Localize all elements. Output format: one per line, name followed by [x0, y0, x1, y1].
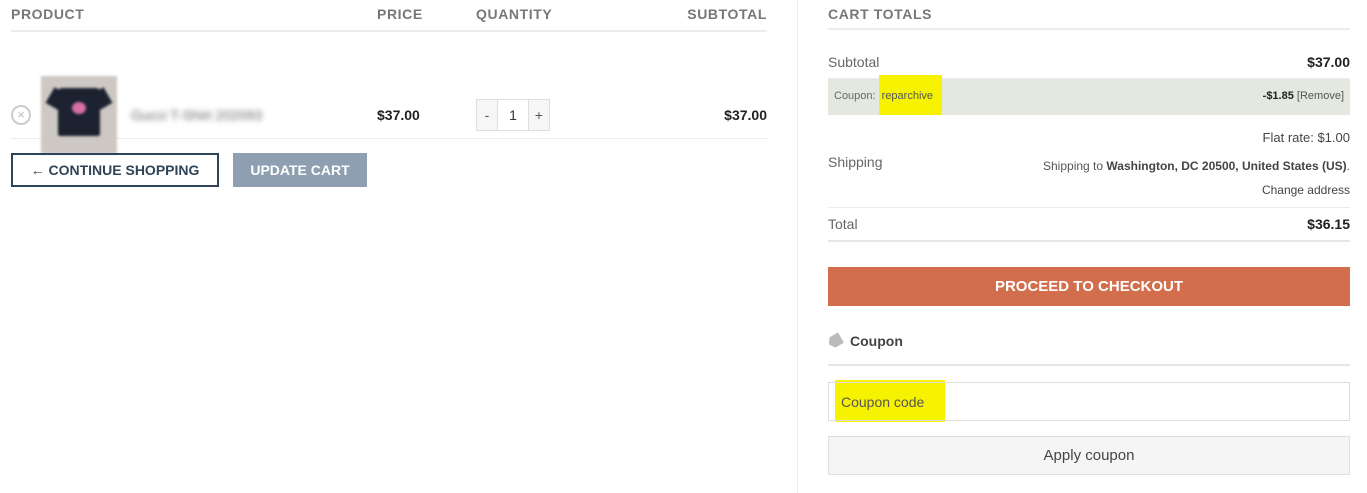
product-thumbnail[interactable] [41, 76, 117, 154]
applied-coupon-row: Coupon: reparchive -$1.85 [Remove] [828, 75, 1350, 115]
header-subtotal: SUBTOTAL [687, 6, 767, 22]
header-quantity: QUANTITY [476, 6, 553, 22]
apply-coupon-button[interactable]: Apply coupon [828, 436, 1350, 475]
cart-table: PRODUCT PRICE QUANTITY SUBTOTAL × Gucci … [11, 0, 767, 187]
cart-table-header: PRODUCT PRICE QUANTITY SUBTOTAL [11, 0, 767, 32]
cart-totals-title: CART TOTALS [828, 0, 1350, 30]
product-subtotal: $37.00 [724, 107, 767, 123]
flat-rate-label: Flat rate: [1262, 130, 1314, 145]
cart-totals: CART TOTALS Subtotal $37.00 Coupon: repa… [828, 0, 1350, 475]
header-product: PRODUCT [11, 6, 85, 22]
shipping-period: . [1346, 159, 1350, 173]
coupon-label: Coupon: [834, 90, 876, 102]
proceed-to-checkout-button[interactable]: PROCEED TO CHECKOUT [828, 267, 1350, 306]
coupon-title-text: Coupon [850, 333, 903, 349]
remove-coupon-link[interactable]: [Remove] [1297, 90, 1344, 102]
shipping-address: Washington, DC 20500, United States (US) [1106, 159, 1347, 173]
remove-item-icon[interactable]: × [11, 105, 31, 125]
tag-icon [826, 332, 844, 349]
product-price: $37.00 [377, 107, 420, 123]
change-address-link[interactable]: Change address [1262, 183, 1350, 197]
coupon-code: reparchive [878, 75, 943, 115]
table-row: × Gucci T-Shirt 202093 $37.00 - 1 + $37.… [11, 32, 767, 154]
header-price: PRICE [377, 6, 423, 22]
coupon-code-input[interactable] [828, 382, 1350, 421]
quantity-input[interactable]: 1 [497, 100, 529, 130]
shipping-label: Shipping [828, 154, 883, 170]
product-name-link[interactable]: Gucci T-Shirt 202093 [131, 107, 262, 123]
total-label: Total [828, 216, 858, 232]
continue-shopping-button[interactable]: ← CONTINUE SHOPPING [11, 153, 219, 187]
quantity-increase-button[interactable]: + [529, 100, 549, 130]
update-cart-button[interactable]: UPDATE CART [233, 153, 367, 187]
subtotal-value: $37.00 [1307, 54, 1350, 70]
subtotal-label: Subtotal [828, 54, 880, 70]
quantity-decrease-button[interactable]: - [477, 100, 497, 130]
coupon-discount: -$1.85 [1262, 90, 1294, 102]
quantity-stepper: - 1 + [476, 99, 550, 131]
column-divider [797, 0, 798, 493]
total-value: $36.15 [1307, 216, 1350, 232]
shipping-to-text: Shipping to [1043, 159, 1104, 173]
flat-rate-value: $1.00 [1317, 130, 1350, 145]
coupon-section-title: Coupon [828, 333, 903, 349]
